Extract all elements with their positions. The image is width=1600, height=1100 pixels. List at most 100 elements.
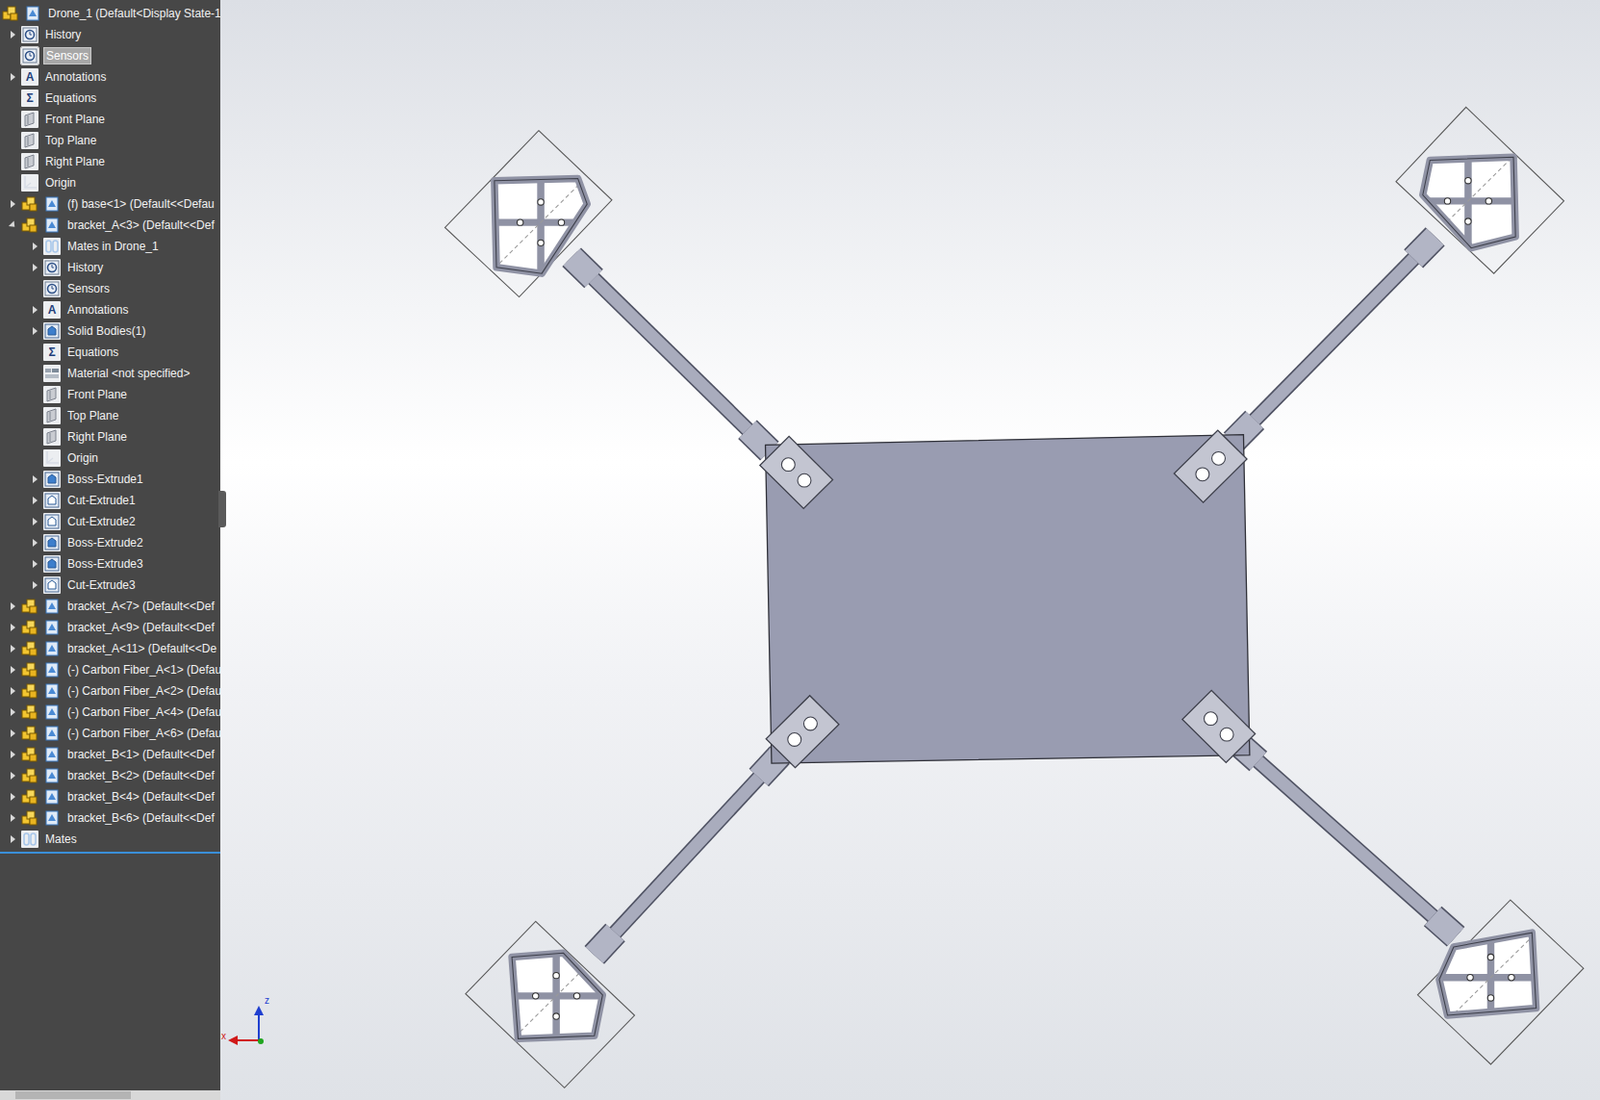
tree-item[interactable]: bracket_B<4> (Default<<Def <box>0 786 221 808</box>
tree-item[interactable]: ΣEquations <box>0 87 221 109</box>
tree-item-label[interactable]: History <box>43 26 83 43</box>
expander[interactable] <box>25 302 44 318</box>
expand-arrow-icon[interactable] <box>32 538 38 547</box>
tree-item-label[interactable]: Right Plane <box>65 429 129 445</box>
expander[interactable] <box>25 386 44 403</box>
tree-item-label[interactable]: (-) Carbon Fiber_A<4> (Defau <box>65 704 221 720</box>
expander[interactable] <box>3 788 22 805</box>
carbon-arm[interactable] <box>1235 740 1456 938</box>
expander[interactable] <box>25 534 44 551</box>
expander[interactable] <box>3 640 22 657</box>
expand-arrow-icon[interactable] <box>10 750 16 759</box>
expander[interactable] <box>3 217 22 233</box>
tree-item-label[interactable]: (-) Carbon Fiber_A<1> (Defau <box>65 661 221 678</box>
expander[interactable] <box>25 365 44 381</box>
expander[interactable] <box>3 26 22 43</box>
tree-item-label[interactable]: Cut-Extrude2 <box>65 513 138 530</box>
bracket-b[interactable] <box>1182 689 1256 762</box>
tree-item-label[interactable]: History <box>65 259 105 276</box>
tree-item-label[interactable]: Origin <box>43 175 78 191</box>
motor-mount[interactable] <box>1439 926 1543 1029</box>
tree-item[interactable]: Drone_1 (Default<Display State-1 <box>0 2 221 25</box>
tree-item-label[interactable]: Mates in Drone_1 <box>65 238 161 254</box>
tree-item-label[interactable]: bracket_B<6> (Default<<Def <box>65 810 217 826</box>
expander[interactable] <box>25 429 44 445</box>
tree-item-label[interactable]: Front Plane <box>65 386 129 403</box>
tree-item-label[interactable]: Boss-Extrude1 <box>65 471 146 487</box>
tree-item[interactable]: bracket_A<11> (Default<<De <box>0 637 221 660</box>
tree-item-label[interactable]: bracket_A<7> (Default<<Def <box>65 598 217 614</box>
tree-item[interactable]: Boss-Extrude1 <box>0 468 221 490</box>
expand-arrow-icon[interactable] <box>10 623 16 632</box>
expander[interactable] <box>3 810 22 826</box>
motor-mount[interactable] <box>505 944 609 1047</box>
expand-arrow-icon[interactable] <box>10 813 16 822</box>
tree-item-label[interactable]: bracket_A<9> (Default<<Def <box>65 619 217 635</box>
tree-item[interactable]: History <box>0 24 221 46</box>
expander[interactable] <box>3 619 22 635</box>
tree-item-label[interactable]: Front Plane <box>43 111 107 127</box>
tree-item-label[interactable]: bracket_B<2> (Default<<Def <box>65 767 217 784</box>
expand-arrow-icon[interactable] <box>7 220 17 229</box>
expand-arrow-icon[interactable] <box>32 263 38 272</box>
tree-item[interactable]: bracket_B<6> (Default<<Def <box>0 807 221 829</box>
expander[interactable] <box>3 683 22 699</box>
expand-arrow-icon[interactable] <box>32 517 38 526</box>
motor-mount[interactable] <box>1416 150 1520 253</box>
expand-arrow-icon[interactable] <box>10 73 16 81</box>
tree-item[interactable]: Sensors <box>0 45 221 67</box>
expander[interactable] <box>25 323 44 339</box>
tree-item-label[interactable]: Annotations <box>43 69 108 85</box>
expand-arrow-icon[interactable] <box>10 835 16 843</box>
expand-arrow-icon[interactable] <box>32 305 38 314</box>
expander[interactable] <box>25 450 44 466</box>
tree-item-label[interactable]: bracket_A<11> (Default<<De <box>65 640 219 657</box>
expander[interactable] <box>25 577 44 593</box>
expand-arrow-icon[interactable] <box>10 602 16 610</box>
expand-arrow-icon[interactable] <box>10 792 16 801</box>
tree-item-label[interactable]: bracket_B<1> (Default<<Def <box>65 746 217 762</box>
tree-item-label[interactable]: Origin <box>65 450 101 466</box>
expander[interactable] <box>3 175 22 191</box>
expand-arrow-icon[interactable] <box>32 242 38 251</box>
expander[interactable] <box>25 259 44 276</box>
tree-item-label[interactable]: (f) base<1> (Default<<Defau <box>65 196 217 212</box>
tree-item[interactable]: bracket_A<9> (Default<<Def <box>0 616 221 638</box>
tree-item[interactable]: AAnnotations <box>0 66 221 88</box>
tree-item-label[interactable]: Equations <box>65 344 121 360</box>
carbon-arm[interactable] <box>1233 236 1436 442</box>
tree-item[interactable]: Boss-Extrude2 <box>0 532 221 554</box>
expander[interactable] <box>25 280 44 297</box>
tree-item-label[interactable]: Boss-Extrude3 <box>65 556 146 572</box>
tree-item[interactable]: (-) Carbon Fiber_A<6> (Defau <box>0 722 221 744</box>
tree-item-label[interactable]: Drone_1 (Default<Display State-1 <box>46 5 221 22</box>
expander[interactable] <box>25 471 44 487</box>
expander[interactable] <box>3 90 22 106</box>
tree-item-label[interactable]: bracket_A<3> (Default<<Def <box>65 217 217 233</box>
expander[interactable] <box>3 767 22 784</box>
expander[interactable] <box>25 513 44 530</box>
expander[interactable] <box>3 598 22 614</box>
tree-item[interactable]: (f) base<1> (Default<<Defau <box>0 193 221 215</box>
carbon-arm[interactable] <box>594 755 781 956</box>
expander[interactable] <box>3 132 22 149</box>
expand-arrow-icon[interactable] <box>32 581 38 589</box>
expander[interactable] <box>25 407 44 424</box>
tree-item[interactable]: bracket_B<2> (Default<<Def <box>0 764 221 787</box>
carbon-arm[interactable] <box>571 256 770 451</box>
expand-arrow-icon[interactable] <box>10 665 16 674</box>
expander[interactable] <box>25 344 44 360</box>
tree-item-label[interactable]: Boss-Extrude2 <box>65 534 146 551</box>
expand-arrow-icon[interactable] <box>32 475 38 483</box>
expand-arrow-icon[interactable] <box>10 708 16 716</box>
tree-item[interactable]: Mates <box>0 828 221 850</box>
tree-item[interactable]: ΣEquations <box>0 341 221 363</box>
tree-item-label[interactable]: Solid Bodies(1) <box>65 323 148 339</box>
expander[interactable] <box>25 238 44 254</box>
scroll-thumb[interactable] <box>15 1091 131 1099</box>
expander[interactable] <box>3 831 22 847</box>
expand-arrow-icon[interactable] <box>10 200 16 208</box>
tree-item-label[interactable]: Top Plane <box>65 407 121 424</box>
expander[interactable] <box>3 196 22 212</box>
expand-arrow-icon[interactable] <box>10 30 16 39</box>
